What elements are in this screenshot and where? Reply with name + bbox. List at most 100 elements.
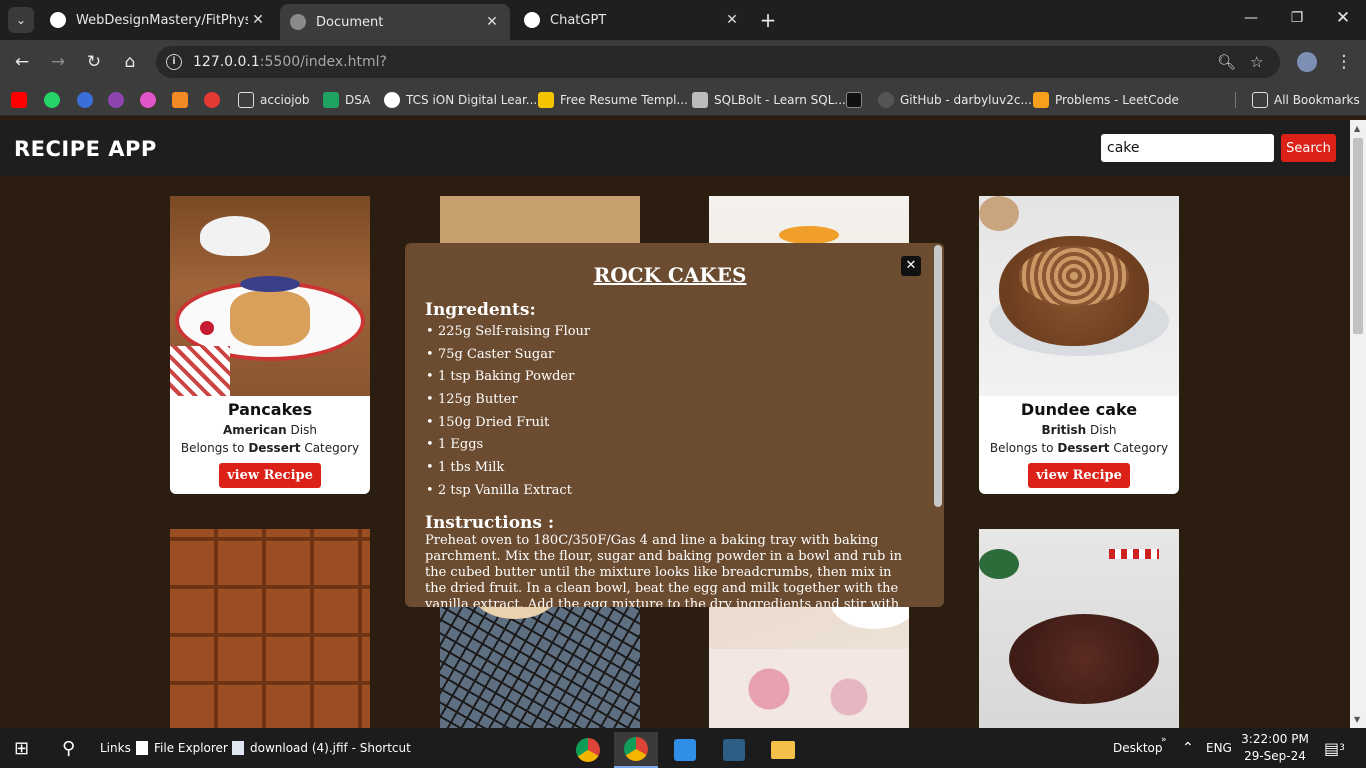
tab-webdesignmastery[interactable]: WebDesignMastery/FitPhysique ✕ bbox=[40, 6, 276, 34]
bookmark-fox[interactable] bbox=[172, 91, 194, 109]
globe-icon bbox=[290, 14, 306, 30]
bookmark-tcs[interactable]: TCS iON Digital Lear... bbox=[384, 91, 537, 109]
bookmark-github[interactable]: GitHub - darbyluv2c... bbox=[878, 91, 1032, 109]
github-icon bbox=[50, 12, 66, 28]
new-tab-button[interactable]: + bbox=[758, 8, 778, 32]
view-recipe-button[interactable]: view Recipe bbox=[219, 463, 321, 488]
pancakes-image bbox=[170, 196, 370, 396]
bookmark-u[interactable] bbox=[108, 91, 130, 109]
file-explorer-app-icon[interactable] bbox=[761, 732, 805, 768]
bookmark-dsa[interactable]: DSA bbox=[323, 91, 370, 109]
minimize-icon[interactable]: — bbox=[1241, 10, 1261, 26]
recipe-card bbox=[170, 529, 370, 728]
area-value: American bbox=[223, 423, 287, 437]
recipe-category: Belongs to Dessert Category bbox=[170, 441, 370, 455]
chrome-app-icon[interactable] bbox=[614, 732, 658, 768]
tab-chatgpt[interactable]: ChatGPT ✕ bbox=[514, 6, 750, 34]
page-scrollbar[interactable]: ▲ ▼ bbox=[1350, 120, 1366, 728]
windows-start-icon[interactable]: ⊞ bbox=[14, 728, 29, 768]
close-tab-icon[interactable]: ✕ bbox=[248, 12, 268, 28]
bookmark-all[interactable]: All Bookmarks bbox=[1252, 91, 1360, 109]
bookmarks-bar: acciojob DSA TCS iON Digital Lear... Fre… bbox=[0, 84, 1366, 116]
clock-time: 3:22:00 PM bbox=[1241, 732, 1309, 746]
profile-avatar[interactable] bbox=[1297, 52, 1317, 72]
site-info-icon[interactable]: i bbox=[166, 54, 182, 70]
address-bar[interactable]: i 127.0.0.1:5500/index.html? 🔍︎ ☆ bbox=[156, 46, 1280, 78]
bookmark-c[interactable] bbox=[77, 91, 99, 109]
menu-icon[interactable]: ⋮ bbox=[1333, 51, 1355, 73]
recipe-card bbox=[979, 529, 1179, 728]
youtube-icon bbox=[11, 92, 27, 108]
desktop-toolbar[interactable]: Desktop bbox=[1113, 728, 1163, 768]
close-tab-icon[interactable]: ✕ bbox=[482, 14, 502, 30]
tray-up-icon[interactable]: ⌃ bbox=[1182, 728, 1194, 768]
notification-icon[interactable]: ▤ 3 bbox=[1324, 728, 1345, 768]
bookmark-leetcode[interactable]: Problems - LeetCode bbox=[1033, 91, 1179, 109]
scroll-up-icon[interactable]: ▲ bbox=[1354, 124, 1360, 133]
close-window-icon[interactable]: ✕ bbox=[1333, 8, 1353, 28]
page-viewport: RECIPE APP Search Pancakes American Dish… bbox=[0, 120, 1350, 728]
bookmark-acciojob[interactable]: acciojob bbox=[238, 91, 310, 109]
scroll-down-icon[interactable]: ▼ bbox=[1354, 715, 1360, 724]
category-prefix: Belongs to bbox=[989, 441, 1054, 455]
bookmark-resume[interactable]: Free Resume Templ... bbox=[538, 91, 688, 109]
bookmark-youtube[interactable] bbox=[11, 91, 33, 109]
search-taskbar-icon[interactable]: ⚲ bbox=[62, 728, 75, 768]
links-toolbar[interactable]: Links bbox=[100, 728, 131, 768]
bookmark-star-icon[interactable]: ☆ bbox=[1250, 53, 1263, 71]
bookmark-label: DSA bbox=[345, 93, 371, 107]
area-suffix: Dish bbox=[1090, 423, 1117, 437]
bookmark-label: All Bookmarks bbox=[1274, 93, 1360, 107]
bookmark-whatsapp[interactable] bbox=[44, 91, 66, 109]
tab-document[interactable]: Document ✕ bbox=[280, 4, 510, 40]
shortcut-label: download (4).jfif - Shortcut bbox=[250, 741, 411, 755]
fox-icon bbox=[172, 92, 188, 108]
bookmark-m[interactable] bbox=[846, 91, 868, 109]
restore-icon[interactable]: ❐ bbox=[1287, 10, 1307, 26]
bookmark-color[interactable] bbox=[140, 91, 162, 109]
close-tab-icon[interactable]: ✕ bbox=[722, 12, 742, 28]
bookmark-separator bbox=[1235, 92, 1236, 108]
url-host: 127.0.0.1 bbox=[193, 54, 260, 70]
bookmark-sqlbolt[interactable]: SQLBolt - Learn SQL... bbox=[692, 91, 846, 109]
recipe-area: British Dish bbox=[979, 423, 1179, 437]
mysql-app-icon[interactable] bbox=[712, 732, 756, 768]
home-icon[interactable]: ⌂ bbox=[119, 51, 141, 73]
app-title: RECIPE APP bbox=[14, 137, 157, 161]
bookmark-tuf[interactable] bbox=[204, 91, 226, 109]
shortcut-link[interactable]: download (4).jfif - Shortcut bbox=[232, 728, 411, 768]
clock[interactable]: 3:22:00 PM 29-Sep-24 bbox=[1240, 732, 1310, 763]
browser-tab-bar: ⌄ WebDesignMastery/FitPhysique ✕ Documen… bbox=[0, 0, 1366, 40]
u-icon bbox=[108, 92, 124, 108]
reload-icon[interactable]: ↻ bbox=[83, 51, 105, 73]
back-icon[interactable]: ← bbox=[11, 51, 33, 73]
search-input[interactable] bbox=[1101, 134, 1274, 162]
language-indicator[interactable]: ENG bbox=[1206, 728, 1232, 768]
file-icon bbox=[136, 741, 148, 755]
bookmark-label: GitHub - darbyluv2c... bbox=[900, 93, 1032, 107]
dundee-cake-image bbox=[979, 196, 1179, 396]
ingredient-item: 1 tbs Milk bbox=[426, 460, 590, 483]
forward-icon[interactable]: → bbox=[47, 51, 69, 73]
vscode-app-icon[interactable] bbox=[663, 732, 707, 768]
chrome-app-icon[interactable] bbox=[566, 732, 610, 768]
url-path: :5500/index.html? bbox=[259, 54, 387, 70]
view-recipe-button[interactable]: view Recipe bbox=[1028, 463, 1130, 488]
sheets-icon bbox=[323, 92, 339, 108]
file-icon bbox=[232, 741, 244, 755]
tab-search-button[interactable]: ⌄ bbox=[8, 7, 34, 33]
category-prefix: Belongs to bbox=[180, 441, 245, 455]
zoom-icon[interactable]: 🔍︎ bbox=[1217, 53, 1236, 71]
chevron-icon[interactable]: » bbox=[1161, 720, 1167, 760]
tab-title: WebDesignMastery/FitPhysique bbox=[76, 12, 248, 28]
recipe-area: American Dish bbox=[170, 423, 370, 437]
whatsapp-icon bbox=[44, 92, 60, 108]
file-explorer-link[interactable]: File Explorer bbox=[136, 728, 228, 768]
search-button[interactable]: Search bbox=[1281, 134, 1336, 162]
url-text[interactable]: 127.0.0.1:5500/index.html? bbox=[193, 54, 387, 70]
ingredients-heading: Ingredents: bbox=[425, 300, 536, 320]
tcs-icon bbox=[384, 92, 400, 108]
modal-scrollbar[interactable] bbox=[934, 245, 942, 507]
scroll-thumb[interactable] bbox=[1353, 138, 1363, 334]
windows-taskbar: ⊞ ⚲ Links File Explorer download (4).jfi… bbox=[0, 728, 1366, 768]
